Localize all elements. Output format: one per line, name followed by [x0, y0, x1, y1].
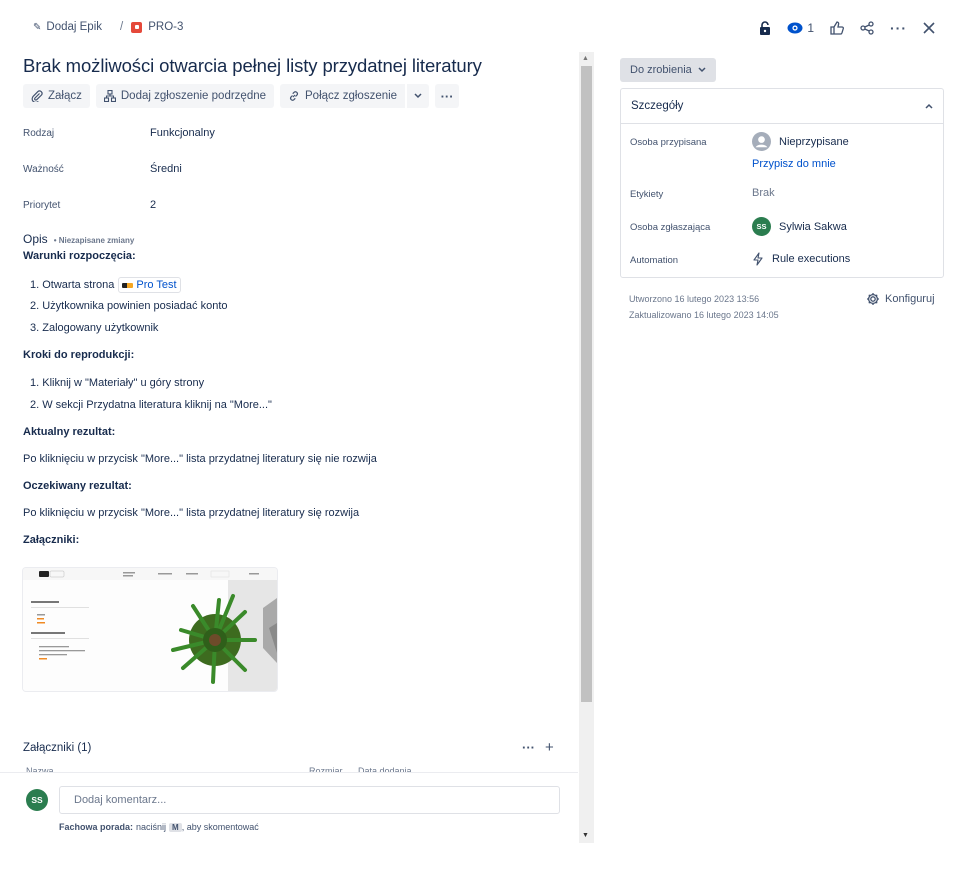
reporter-label: Osoba zgłaszająca: [630, 222, 711, 233]
lightning-icon: [753, 252, 763, 266]
pro-test-favicon-icon: [122, 282, 134, 288]
hierarchy-icon: [103, 90, 116, 102]
reporter-name: Sylwia Sakwa: [779, 220, 847, 233]
pro-test-link[interactable]: Pro Test: [118, 277, 181, 293]
link-issue-label: Połącz zgłoszenie: [305, 90, 398, 102]
automation-text: Rule executions: [772, 253, 851, 265]
attachment-thumbnail[interactable]: [23, 568, 277, 691]
issue-key-link[interactable]: PRO-3: [148, 21, 183, 33]
tip-bold: Fachowa porada:: [59, 822, 134, 832]
issue-toolbar: Załącz Dodaj zgłoszenie podrzędne Połącz…: [23, 84, 460, 108]
screenshot-preview-image: [23, 568, 277, 691]
comment-input[interactable]: Dodaj komentarz...: [59, 786, 560, 814]
share-icon[interactable]: [860, 18, 874, 38]
status-dropdown[interactable]: Do zrobienia: [620, 58, 716, 82]
scroll-down-arrow-icon[interactable]: ▼: [582, 832, 589, 839]
more-icon[interactable]: ···: [890, 18, 907, 38]
add-child-label: Dodaj zgłoszenie podrzędne: [120, 90, 267, 102]
unsaved-changes-badge: • Niezapisane zmiany: [53, 236, 135, 245]
step-2: 2. W sekcji Przydatna literatura kliknij…: [30, 399, 272, 411]
updated-date: Zaktualizowano 16 lutego 2023 14:05: [629, 310, 779, 320]
link-issue-dropdown[interactable]: [407, 84, 430, 108]
expected-result-text: Po kliknięciu w przycisk "More..." lista…: [23, 507, 360, 519]
field-label-type: Rodzaj: [23, 128, 55, 139]
add-epic-link[interactable]: Dodaj Epik: [46, 21, 102, 33]
link-icon: [290, 91, 298, 101]
gear-icon: [867, 293, 879, 305]
labels-value[interactable]: Brak: [752, 187, 775, 199]
issue-title[interactable]: Brak możliwości otwarcia pełnej listy pr…: [23, 55, 482, 77]
status-label: Do zrobienia: [630, 64, 692, 76]
description-header: Opis • Niezapisane zmiany: [23, 232, 134, 246]
step-1: 1. Kliknij w "Materiały" u góry strony: [30, 377, 205, 389]
details-panel: Szczegóły: [620, 88, 944, 278]
pencil-icon: ✎: [33, 21, 42, 33]
details-title: Szczegóły: [631, 100, 684, 112]
actual-result-text: Po kliknięciu w przycisk "More..." lista…: [23, 453, 377, 465]
assignee-name: Nieprzypisane: [779, 135, 849, 148]
tip-key: M: [169, 822, 182, 832]
reporter-avatar: SS: [752, 217, 771, 236]
details-header[interactable]: Szczegóły: [621, 89, 943, 124]
lock-icon[interactable]: [759, 18, 771, 38]
more-actions-button[interactable]: ···: [435, 84, 460, 108]
field-value-severity[interactable]: Średni: [150, 163, 182, 175]
field-label-severity: Ważność: [23, 164, 64, 175]
automation-value[interactable]: Rule executions: [752, 252, 850, 266]
default-avatar-icon: [752, 132, 771, 151]
actual-result-heading: Aktualny rezultat:: [23, 426, 116, 438]
description-title: Opis: [23, 232, 48, 246]
configure-label: Konfiguruj: [885, 293, 935, 305]
tip-pre: naciśnij: [136, 822, 167, 832]
chevron-down-icon: [698, 67, 706, 73]
comment-tip: Fachowa porada: naciśnij M, aby skomento…: [59, 822, 259, 832]
bug-type-icon: [131, 21, 143, 33]
link-issue-button[interactable]: Połącz zgłoszenie: [280, 84, 406, 108]
expected-result-heading: Oczekiwany rezultat:: [23, 480, 132, 492]
attachments-heading: Załączniki:: [23, 534, 80, 546]
precondition-1: 1. Otwarta strona Pro Test: [30, 277, 181, 293]
assignee-value[interactable]: Nieprzypisane: [752, 132, 849, 151]
pro-test-link-label: Pro Test: [136, 279, 177, 291]
configure-button[interactable]: Konfiguruj: [866, 292, 935, 306]
paperclip-icon: [31, 90, 43, 102]
preconditions-heading: Warunki rozpoczęcia:: [23, 250, 136, 262]
precondition-2: 2. Użytkownika powinien posiadać konto: [30, 300, 228, 312]
breadcrumb-separator: /: [120, 21, 124, 33]
attachments-more-icon[interactable]: ···: [522, 740, 535, 755]
reporter-value[interactable]: SS Sylwia Sakwa: [752, 217, 847, 236]
thumbs-up-icon[interactable]: [830, 18, 844, 38]
field-label-priority: Priorytet: [23, 200, 61, 211]
field-value-priority[interactable]: 2: [150, 199, 156, 211]
issue-actions: 1 ···: [743, 18, 935, 38]
steps-heading: Kroki do reprodukcji:: [23, 349, 135, 361]
breadcrumb: ✎ Dodaj Epik / PRO-3: [33, 21, 183, 33]
tip-post: , aby skomentować: [181, 822, 259, 832]
attachments-section-title: Załączniki (1): [23, 742, 92, 754]
chevron-up-icon: [925, 103, 933, 109]
close-icon[interactable]: [923, 18, 935, 38]
labels-label: Etykiety: [630, 189, 664, 200]
user-avatar: SS: [26, 789, 48, 811]
attach-label: Załącz: [48, 90, 82, 102]
assign-to-me-link[interactable]: Przypisz do mnie: [752, 158, 836, 170]
scrollbar-thumb[interactable]: [581, 66, 592, 702]
chevron-down-icon: [414, 93, 422, 99]
field-value-type[interactable]: Funkcjonalny: [150, 127, 215, 139]
precondition-3: 3. Zalogowany użytkownik: [30, 322, 159, 334]
add-child-button[interactable]: Dodaj zgłoszenie podrzędne: [95, 84, 275, 108]
eye-icon: [787, 22, 803, 34]
watch-button[interactable]: 1: [787, 18, 814, 38]
assignee-label: Osoba przypisana: [630, 137, 707, 148]
add-attachment-icon[interactable]: +: [545, 739, 554, 756]
scroll-up-arrow-icon[interactable]: ▲: [582, 55, 589, 62]
watch-count: 1: [807, 21, 814, 35]
precondition-1-text: 1. Otwarta strona: [30, 279, 115, 291]
attach-button[interactable]: Załącz: [23, 84, 90, 108]
automation-label: Automation: [630, 255, 679, 266]
created-date: Utworzono 16 lutego 2023 13:56: [629, 294, 760, 304]
